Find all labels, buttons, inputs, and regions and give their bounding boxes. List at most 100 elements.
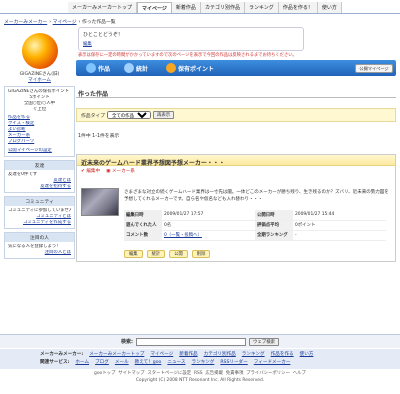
- copyright: Copyright (C) 2008 NTT Resonant Inc. All…: [135, 378, 265, 383]
- watched-title: 注目の人: [5, 233, 74, 242]
- footer-row1-label: メーカーみメーカー:: [40, 352, 84, 357]
- work-type-select[interactable]: 全ての作品: [107, 111, 151, 119]
- message-box: ひとことどうぞ！ 編集: [78, 27, 304, 51]
- footer-link[interactable]: カテゴリ別作品: [204, 351, 236, 357]
- delete-button[interactable]: 削除: [191, 250, 211, 258]
- breadcrumb: メーカーみメーカー › マイページ › 作った作品一覧: [4, 20, 116, 25]
- meta-key: 遊んでくれた人: [124, 220, 162, 231]
- result-count: 1件中 1-1件を表示: [78, 134, 120, 139]
- friends-box: 友達 友達を0件です 友達とは 友達を招待する: [4, 160, 75, 193]
- footer-link[interactable]: マイページ: [150, 351, 173, 357]
- public-settings-link[interactable]: 公開マイページの設定: [8, 148, 71, 154]
- stats-icon: [124, 63, 134, 73]
- work-thumbnail[interactable]: [81, 188, 119, 216]
- category-badge-label: メーカー系: [111, 169, 135, 174]
- filter-bar: 作品タイプ 全ての作品 再表示: [76, 108, 396, 122]
- footer-link[interactable]: ニュース: [167, 359, 185, 365]
- avatar[interactable]: [21, 33, 58, 69]
- footer-link[interactable]: フィードメーカー: [254, 359, 291, 365]
- watched-box: 注目の人 気になる人を登録しよう！ 注目の人とは: [4, 232, 75, 259]
- points-box: GIGAZINEさんの保有ポイント 5ポイント 全国○位/○人中 ぐ上位 作品を…: [4, 86, 75, 157]
- meta-key: 評価点平均: [255, 220, 293, 231]
- meta-key: コメント数: [124, 230, 162, 241]
- meta-value: 2009/01/27 15:44: [293, 210, 386, 221]
- footer-sublink[interactable]: RSS: [194, 371, 203, 376]
- footer-sublink[interactable]: プライバシーポリシー: [246, 371, 290, 376]
- stats-button[interactable]: 統計: [146, 250, 166, 258]
- table-row: 遊んでくれた人 0名 評価点平均 0ポイント: [124, 220, 386, 231]
- my-home-link[interactable]: マイホーム: [28, 78, 51, 83]
- table-row: 編集日時 2009/01/27 17:57 公開日時 2009/01/27 15…: [124, 210, 386, 221]
- meta-value: 2009/01/27 17:57: [162, 210, 255, 221]
- search-input[interactable]: [136, 337, 247, 346]
- footer-row2-label: 関連サービス:: [40, 360, 70, 365]
- category-badge: ▣ メーカー系: [106, 169, 135, 174]
- footer-sublink[interactable]: スタートページに設定: [147, 371, 191, 376]
- work-meta-table: 編集日時 2009/01/27 17:57 公開日時 2009/01/27 15…: [124, 210, 386, 241]
- publish-button[interactable]: 公開: [169, 250, 188, 258]
- footer-sublink[interactable]: サイトマップ: [118, 371, 144, 376]
- message-text: ひとことどうぞ！: [83, 32, 123, 38]
- warning-text: 表示は保存に一定の時間がかかっていますので次のページを表示で今回の作品は反映され…: [78, 53, 297, 58]
- sidebar: GIGAZINEさん(旧) マイホーム GIGAZINEさんの保有ポイント 5ポ…: [4, 29, 75, 259]
- breadcrumb-current: 作った作品一覧: [81, 20, 116, 25]
- footer-link[interactable]: ホーム: [75, 359, 89, 365]
- footer-sublink[interactable]: gooトップ: [94, 371, 115, 376]
- work-description: さまざまな対立の続くゲームハード業界は一寸先は闇。一体どこのメーカーが勝ち残り、…: [124, 190, 389, 202]
- points-icon: [166, 63, 176, 73]
- footer-search: 検索: ウェブ検索: [0, 334, 400, 348]
- status-badge: ✔ 編集中: [81, 169, 101, 174]
- footer-link[interactable]: メール: [115, 359, 129, 365]
- footer-sublink[interactable]: 免責事項: [226, 371, 244, 376]
- works-icon: [86, 63, 96, 73]
- sidebar-link-blogparts[interactable]: ブログパーツ: [8, 139, 71, 145]
- band-tab-points[interactable]: 保有ポイント: [166, 61, 214, 75]
- message-edit-link[interactable]: 編集: [83, 42, 92, 47]
- points-percent: ぐ上位: [32, 107, 47, 112]
- footer-sublink[interactable]: ヘルプ: [293, 371, 306, 376]
- comment-link[interactable]: 0（一覧・投稿へ）: [162, 230, 255, 241]
- footer-link[interactable]: ランキング: [192, 359, 215, 365]
- edit-button[interactable]: 編集: [124, 250, 143, 258]
- public-mypage-button[interactable]: 公開マイページ: [355, 64, 393, 73]
- footer-link[interactable]: RSSリーダー: [220, 359, 247, 365]
- footer-link[interactable]: 教えて！goo: [135, 359, 162, 365]
- meta-value: -: [293, 230, 386, 241]
- refresh-button[interactable]: 再表示: [153, 111, 175, 119]
- mypage-tab-band: 作品 統計 保有ポイント: [76, 60, 396, 76]
- nav-divider: [0, 13, 400, 14]
- friends-title: 友達: [5, 161, 74, 170]
- band-tab-stats-label: 統計: [136, 65, 149, 73]
- footer-link[interactable]: メーカーみメーカートップ: [89, 351, 144, 357]
- watched-about-link[interactable]: 注目の人とは: [8, 250, 71, 256]
- breadcrumb-mypage[interactable]: マイページ: [53, 20, 77, 25]
- work-title-link[interactable]: 近未来のゲームハード業界予想図予想メーカー・・・: [81, 160, 225, 167]
- breadcrumb-home[interactable]: メーカーみメーカー: [4, 20, 47, 25]
- band-tab-works-label: 作品: [98, 65, 111, 73]
- meta-key: 全期ランキング: [255, 230, 293, 241]
- band-tab-stats[interactable]: 統計: [124, 61, 148, 75]
- footer-links: メーカーみメーカー: メーカーみメーカートップ マイページ 新着作品 カテゴリ別…: [0, 349, 400, 369]
- community-title: コミュニティ: [5, 197, 74, 206]
- band-tab-works[interactable]: 作品: [86, 61, 110, 75]
- community-create-link[interactable]: コミュニティを作成する: [8, 220, 71, 226]
- footer-sublinks: gooトップ サイトマップ スタートページに設定 RSS 広告掲載 免責事項 プ…: [0, 370, 400, 376]
- footer-link[interactable]: ブログ: [95, 359, 109, 365]
- footer-link[interactable]: 作品を作る: [271, 351, 294, 357]
- friends-invite-link[interactable]: 友達を招待する: [8, 184, 71, 190]
- filter-label: 作品タイプ: [81, 113, 105, 119]
- status-badge-label: 編集中: [86, 169, 101, 174]
- footer-link[interactable]: 新着作品: [179, 351, 197, 357]
- meta-value: 0名: [162, 220, 255, 231]
- work-card: 近未来のゲームハード業界予想図予想メーカー・・・ ✔ 編集中 ▣ メーカー系 さ…: [76, 154, 396, 262]
- band-tab-points-label: 保有ポイント: [178, 65, 215, 73]
- meta-key: 編集日時: [124, 210, 162, 221]
- footer-link[interactable]: ランキング: [242, 351, 265, 357]
- community-box: コミュニティ コミュニティに参加していません コミュニティとは コミュニティを作…: [4, 196, 75, 229]
- meta-key: 公開日時: [255, 210, 293, 221]
- web-search-button[interactable]: ウェブ検索: [249, 337, 279, 346]
- meta-value: 0ポイント: [293, 220, 386, 231]
- table-row: コメント数 0（一覧・投稿へ） 全期ランキング -: [124, 230, 386, 241]
- footer-link[interactable]: 使い方: [300, 351, 314, 357]
- footer-sublink[interactable]: 広告掲載: [205, 371, 223, 376]
